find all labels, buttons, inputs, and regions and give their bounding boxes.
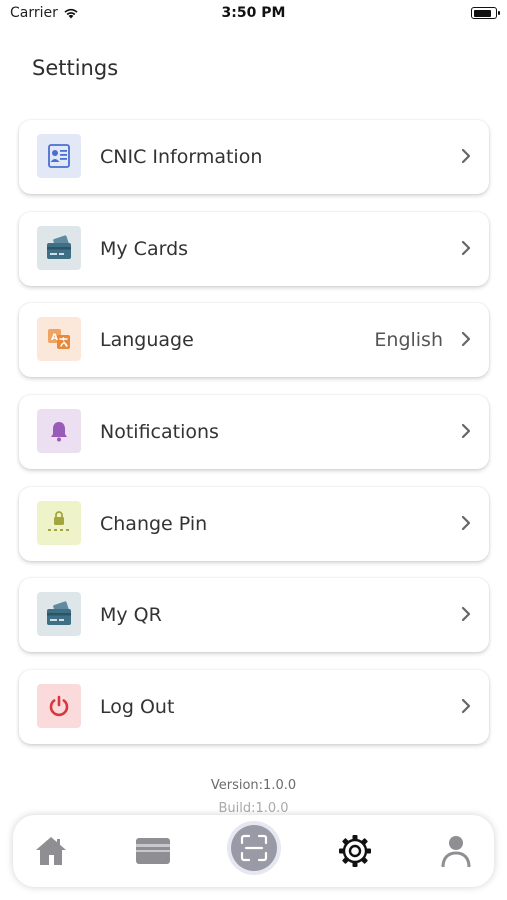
card-wallet-icon [47,235,71,259]
settings-row-log-out[interactable]: Log Out [19,670,489,745]
settings-list: CNIC Information My Cards A Language Eng… [19,120,489,762]
row-icon-tile: A [37,317,81,362]
settings-row-change-pin[interactable]: Change Pin [19,486,489,561]
battery-icon [471,7,500,19]
tab-home[interactable] [29,829,73,873]
row-label: Log Out [100,696,175,719]
row-label: Notifications [100,421,219,444]
row-icon-tile [37,409,81,454]
battery-level [473,9,491,17]
pin-lock-icon [48,510,69,531]
settings-gear-icon [339,835,371,867]
settings-row-notifications[interactable]: Notifications [19,395,489,470]
row-icon-tile [37,225,81,270]
bottom-tab-bar [13,815,494,887]
power-icon [49,695,69,717]
row-icon-tile [37,592,81,637]
row-label: My QR [100,604,162,627]
app-version: Version:1.0.0 [210,778,297,793]
row-label: Change Pin [100,512,208,535]
status-time: 3:50 PM [221,5,286,21]
row-icon-tile [37,684,81,729]
chevron-right-icon [461,240,471,255]
scan-icon [240,834,268,862]
settings-row-cnic-information[interactable]: CNIC Information [19,120,489,194]
chevron-right-icon [461,515,471,530]
app-build: Build:1.0.0 [218,801,289,813]
settings-row-language[interactable]: A Language English [19,303,489,378]
chevron-right-icon [461,699,471,714]
status-bar: Carrier 3:50 PM [0,0,507,30]
home-icon [36,837,66,865]
tab-wallet[interactable] [131,829,175,873]
row-icon-tile [37,134,81,178]
row-icon-tile [37,500,81,545]
id-card-icon [48,144,70,168]
bell-icon [51,422,67,442]
svg-text:A: A [51,333,58,343]
page-title: Settings [32,56,119,80]
card-wallet-icon [47,601,71,626]
tab-scan[interactable] [227,821,281,875]
chevron-right-icon [461,423,471,439]
row-label: CNIC Information [100,146,263,168]
row-label: Language [100,329,194,352]
language-value: English [374,329,443,352]
settings-row-my-qr[interactable]: My QR [19,578,489,653]
wallet-icon [136,838,170,864]
translate-icon: A [48,329,70,350]
tab-settings[interactable] [333,829,377,873]
chevron-right-icon [461,148,471,164]
chevron-right-icon [461,607,471,622]
scan-button-face [231,825,277,871]
profile-icon [441,836,471,868]
settings-row-my-cards[interactable]: My Cards [19,211,489,286]
chevron-right-icon [461,332,471,347]
tab-profile[interactable] [434,829,478,873]
row-label: My Cards [100,237,189,260]
